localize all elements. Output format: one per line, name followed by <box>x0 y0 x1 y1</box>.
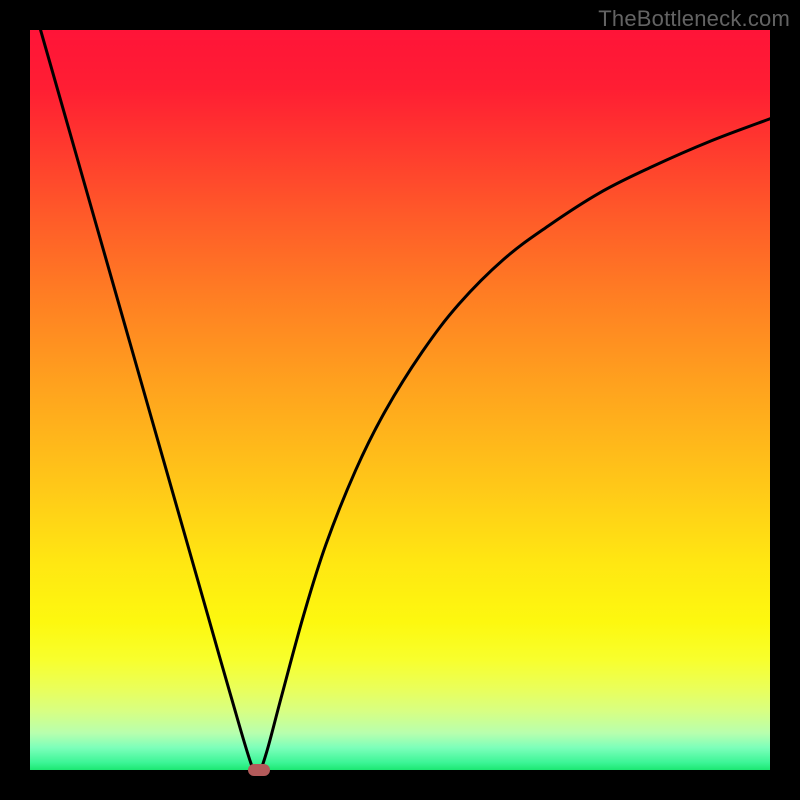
plot-area <box>30 30 770 770</box>
chart-frame: TheBottleneck.com <box>0 0 800 800</box>
watermark-text: TheBottleneck.com <box>598 6 790 32</box>
optimal-point-marker <box>248 764 270 776</box>
bottleneck-curve <box>30 30 770 770</box>
